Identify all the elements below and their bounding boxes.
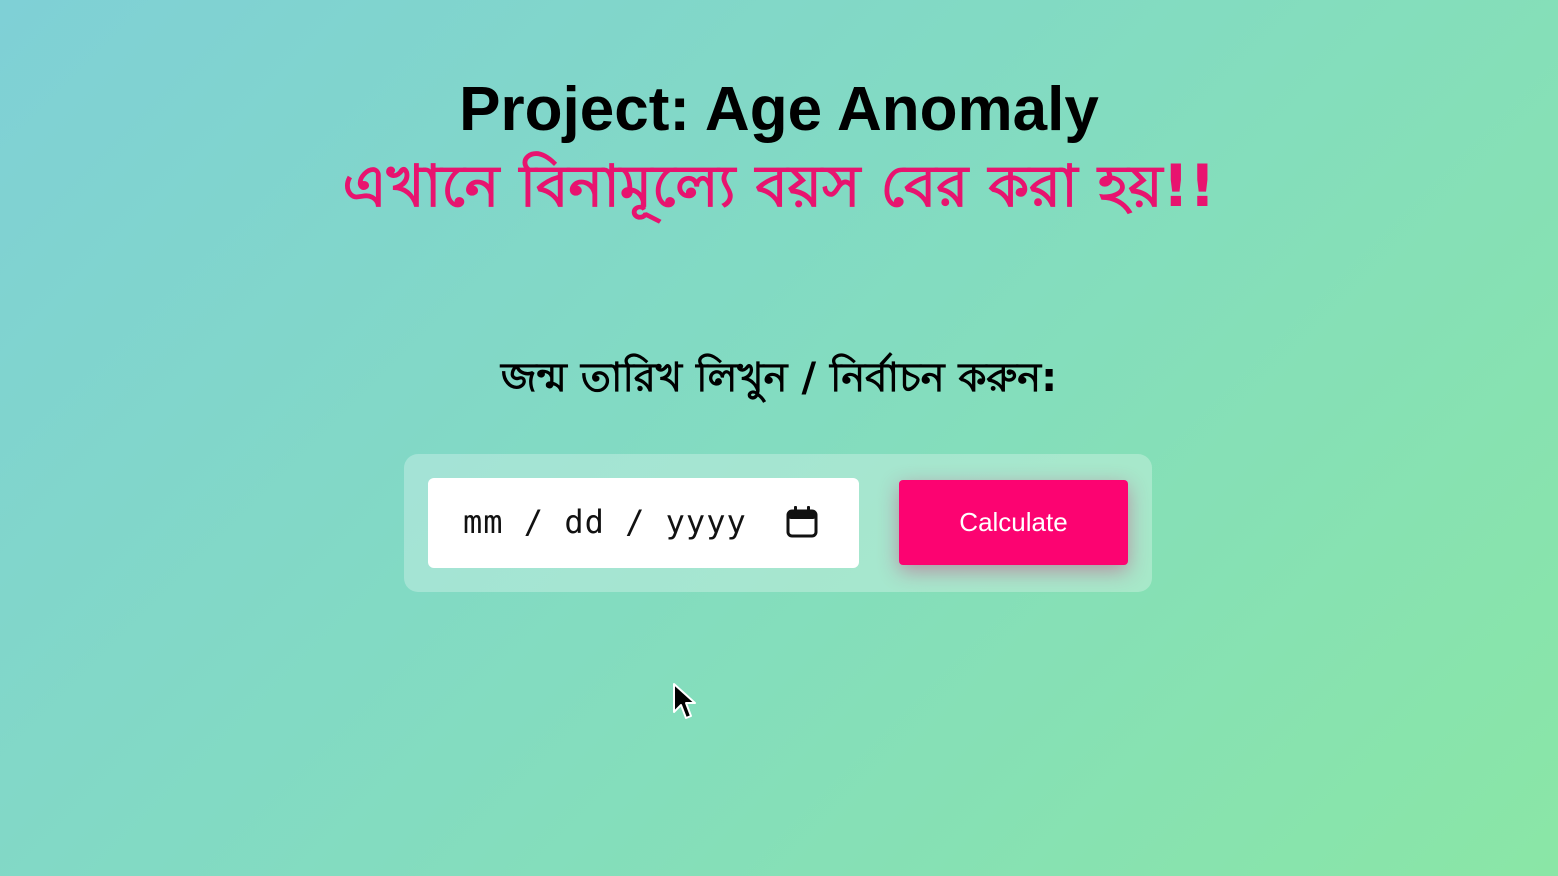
calculate-button[interactable]: Calculate	[899, 480, 1128, 565]
date-prompt-label: জন্ম তারিখ লিখুন / নির্বাচন করুন:	[500, 355, 1058, 401]
birth-date-input[interactable]: mm / dd / yyyy	[428, 478, 859, 568]
page-subtitle: এখানে বিনামূল্যে বয়স বের করা হয়!!	[342, 152, 1216, 220]
calendar-icon[interactable]	[785, 505, 819, 539]
age-form-card: mm / dd / yyyy Calculate	[404, 454, 1152, 592]
mouse-cursor-icon	[673, 683, 696, 719]
page-title: Project: Age Anomaly	[459, 75, 1099, 144]
date-placeholder: mm / dd / yyyy	[463, 503, 747, 541]
